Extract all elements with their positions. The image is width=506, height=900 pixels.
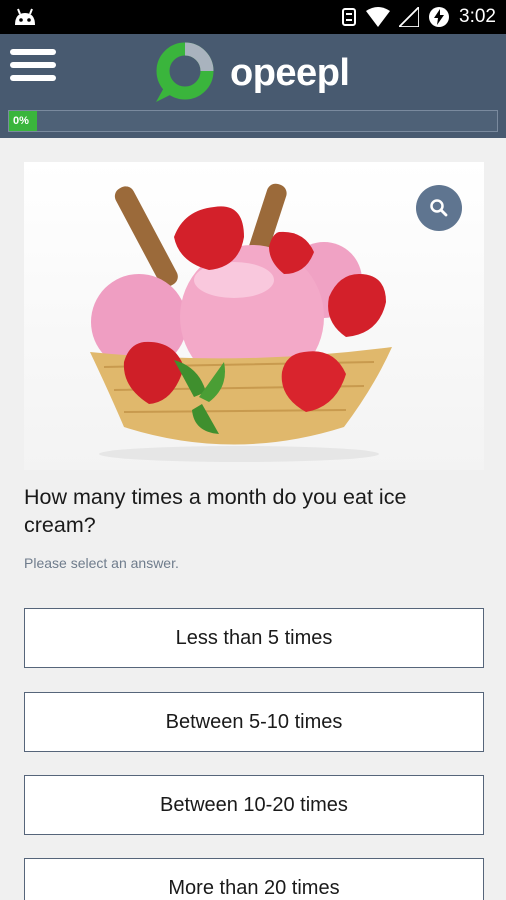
progress-label: 0% — [9, 111, 37, 131]
question-image — [24, 162, 484, 470]
search-icon — [430, 199, 448, 217]
signal-icon — [399, 7, 420, 27]
menu-icon[interactable] — [10, 49, 56, 85]
ice-cream-illustration — [90, 183, 392, 462]
answer-option-10-20[interactable]: Between 10-20 times — [24, 775, 484, 835]
battery-charging-icon — [429, 7, 450, 27]
question-text: How many times a month do you eat ice cr… — [24, 485, 407, 537]
answer-option-5-10[interactable]: Between 5-10 times — [24, 692, 484, 752]
answer-hint: Please select an answer. — [24, 555, 179, 571]
android-icon — [15, 8, 35, 25]
survey-content: How many times a month do you eat ice cr… — [0, 138, 506, 900]
status-bar: 3:02 — [0, 0, 506, 34]
wifi-icon — [366, 7, 391, 27]
app-bar: opeepl 0% — [0, 34, 506, 138]
answer-option-more-than-20[interactable]: More than 20 times — [24, 858, 484, 900]
status-time: 3:02 — [459, 6, 496, 27]
zoom-image-button[interactable] — [416, 185, 462, 231]
sync-icon — [342, 8, 357, 26]
app-logo: opeepl — [152, 40, 350, 106]
logo-icon — [156, 42, 214, 102]
answer-option-less-than-5[interactable]: Less than 5 times — [24, 608, 484, 668]
survey-progress-bar: 0% — [8, 110, 498, 132]
app-name: opeepl — [230, 51, 350, 94]
